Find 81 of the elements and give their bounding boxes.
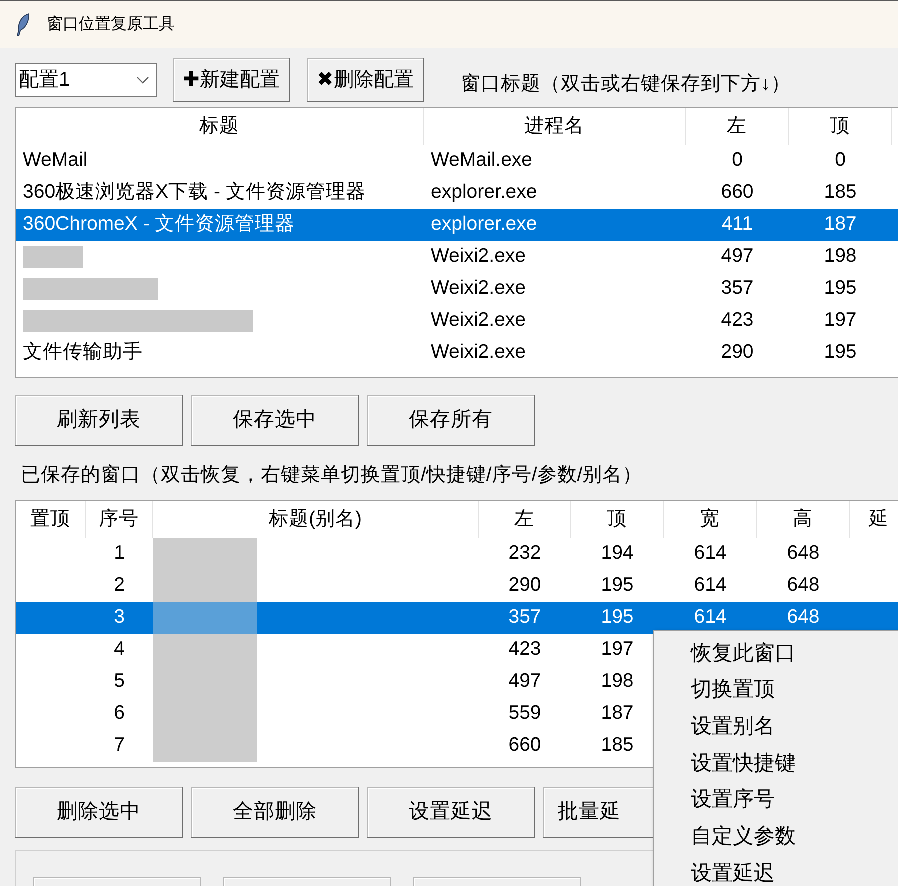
table-cell-text: 195 bbox=[601, 605, 634, 630]
config-dropdown[interactable]: 配置1 bbox=[15, 63, 157, 97]
column-header[interactable]: 高 bbox=[793, 504, 813, 534]
table-cell-text: 648 bbox=[787, 541, 820, 566]
column-header[interactable]: 延 bbox=[869, 504, 889, 534]
column-header[interactable]: 序号 bbox=[99, 504, 139, 534]
table-cell-text: explorer.exe bbox=[431, 180, 538, 206]
table-cell-text: 185 bbox=[601, 733, 634, 758]
toolbar-button[interactable]: ✚新建配置 bbox=[173, 58, 290, 102]
action-button[interactable]: 保存选中 bbox=[191, 395, 359, 446]
menu-item[interactable]: 设置别名 bbox=[691, 710, 775, 742]
table-cell-text: 2 bbox=[114, 573, 125, 598]
feather-icon bbox=[16, 12, 30, 36]
table-cell-text: 197 bbox=[601, 637, 634, 662]
table-cell-text: 357 bbox=[508, 605, 542, 630]
table-cell-text: 648 bbox=[787, 573, 820, 598]
action-button[interactable]: 设置延迟 bbox=[367, 787, 535, 838]
table-cell-text: 1 bbox=[114, 541, 125, 566]
menu-item[interactable]: 切换置顶 bbox=[691, 674, 775, 706]
table-cell-text: 185 bbox=[824, 180, 857, 206]
table-cell-text: Weixi2.exe bbox=[431, 244, 526, 270]
table-cell-text: Weixi2.exe bbox=[431, 308, 526, 334]
column-header[interactable]: 置顶 bbox=[30, 504, 70, 534]
table-cell-text: 411 bbox=[722, 212, 754, 238]
table-cell-text: 497 bbox=[721, 244, 754, 270]
table-cell-text: 195 bbox=[824, 276, 857, 302]
menu-item[interactable]: 恢复此窗口 bbox=[691, 638, 796, 670]
table-row[interactable]: 360ChromeX - 文件资源管理器 explorer.exe 411 187 bbox=[16, 209, 898, 241]
table-cell-text: 290 bbox=[721, 340, 754, 366]
table-cell-text: 3 bbox=[114, 605, 125, 630]
table-cell-text: 232 bbox=[508, 541, 542, 566]
table-cell-text: 360ChromeX - 文件资源管理器 bbox=[23, 212, 296, 238]
table-cell-text: 195 bbox=[601, 573, 634, 598]
table-cell-text: Weixi2.exe bbox=[431, 276, 526, 302]
chevron-down-icon bbox=[137, 76, 149, 84]
action-button[interactable]: 删除选中 bbox=[15, 787, 183, 838]
column-header[interactable]: 左 bbox=[514, 504, 534, 534]
table-cell-text: 648 bbox=[787, 605, 820, 630]
table-cell-text: 187 bbox=[824, 212, 857, 238]
table-cell-text: 614 bbox=[694, 605, 727, 630]
table-cell-text: 614 bbox=[694, 573, 727, 598]
table-cell-text: 360极速浏览器X下载 - 文件资源管理器 bbox=[23, 180, 366, 206]
table-cell-text: 195 bbox=[824, 340, 857, 366]
window-title: 窗口位置复原工具 bbox=[47, 14, 175, 34]
table-cell-text: 290 bbox=[508, 573, 542, 598]
action-button[interactable]: 全部删除 bbox=[191, 787, 359, 838]
table-cell-text: 197 bbox=[824, 308, 857, 334]
table-cell-text: 497 bbox=[508, 669, 542, 694]
table-cell-text: 6 bbox=[114, 701, 125, 726]
table-cell-text: 660 bbox=[721, 180, 754, 206]
table-cell-text: 660 bbox=[508, 733, 542, 758]
table-cell-text: 0 bbox=[732, 148, 743, 174]
table-cell-text: explorer.exe bbox=[431, 212, 538, 238]
section-label: 已保存的窗口（双击恢复，右键菜单切换置顶/快捷键/序号/参数/别名） bbox=[21, 463, 643, 488]
column-header[interactable]: 标题(别名) bbox=[269, 504, 362, 534]
table-cell-text: 4 bbox=[114, 637, 125, 662]
table-cell-text: 357 bbox=[721, 276, 754, 302]
table-cell-text: 423 bbox=[721, 308, 754, 334]
menu-item[interactable]: 设置快捷键 bbox=[691, 748, 796, 780]
table-cell-text: 文件传输助手 bbox=[23, 340, 143, 366]
table-cell-text: 187 bbox=[601, 701, 634, 726]
menu-item[interactable]: 设置延迟 bbox=[691, 858, 775, 886]
table-cell-text: WeMail bbox=[23, 148, 88, 174]
table-cell-text: 559 bbox=[508, 701, 542, 726]
table-cell-text: 0 bbox=[835, 148, 846, 174]
table-cell-text: 423 bbox=[508, 637, 542, 662]
toolbar-button[interactable]: ✖删除配置 bbox=[307, 58, 424, 102]
action-button[interactable]: 保存所有 bbox=[367, 395, 535, 446]
column-header[interactable]: 宽 bbox=[700, 504, 720, 534]
table-cell-text: 194 bbox=[601, 541, 634, 566]
table-cell-text: Weixi2.exe bbox=[431, 340, 526, 366]
table-cell-text: 7 bbox=[114, 733, 125, 758]
action-button[interactable]: 刷新列表 bbox=[15, 395, 183, 446]
table-cell-text: 614 bbox=[694, 541, 727, 566]
table-cell-text: 5 bbox=[114, 669, 125, 694]
table-row[interactable]: 3 357 195 614 648 bbox=[16, 602, 898, 634]
column-header[interactable]: 顶 bbox=[607, 504, 627, 534]
section-label: 窗口标题（双击或右键保存到下方↓） bbox=[461, 72, 791, 98]
table-cell-text: 198 bbox=[601, 669, 634, 694]
table-cell-text: 198 bbox=[824, 244, 857, 270]
table-cell-text: WeMail.exe bbox=[431, 148, 533, 174]
